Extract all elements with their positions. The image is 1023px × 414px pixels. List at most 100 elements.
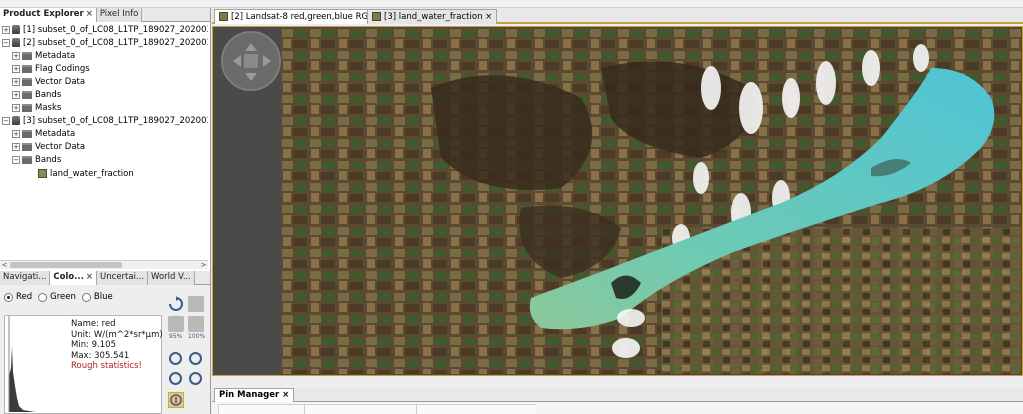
pan-center-icon[interactable] xyxy=(244,54,258,68)
tree-node-masks[interactable]: + Masks xyxy=(12,102,61,115)
tree-node-metadata[interactable]: + Metadata xyxy=(12,128,75,141)
tab-land-water-fraction[interactable]: [3] land_water_fraction × xyxy=(367,9,498,24)
zoom-in-vertical-icon[interactable] xyxy=(169,372,182,385)
image-view[interactable] xyxy=(212,26,1023,376)
radio-red[interactable]: Red xyxy=(4,292,32,302)
tab-product-explorer[interactable]: Product Explorer × xyxy=(0,8,97,22)
radio-green[interactable]: Green xyxy=(38,292,76,302)
product-tree: + [1] subset_0_of_LC08_L1TP_189027_202003… xyxy=(0,22,208,260)
tree-node-bands[interactable]: + Bands xyxy=(12,89,61,102)
scroll-left-icon[interactable]: < xyxy=(0,261,9,269)
tab-label: World V... xyxy=(151,272,191,282)
tab-colour-manipulation[interactable]: Colo... × xyxy=(50,271,98,285)
left-panel: Product Explorer × Pixel Info + [1] subset… xyxy=(0,8,211,414)
rough-statistics-warning: Rough statistics! xyxy=(71,361,142,371)
top-toolbar-strip xyxy=(0,0,1023,8)
radio-label: Blue xyxy=(93,292,113,302)
expand-icon[interactable]: + xyxy=(12,77,20,86)
tab-world-view[interactable]: World V... xyxy=(148,271,195,285)
tab-label: Navigati... xyxy=(3,272,47,282)
radio-label: Red xyxy=(16,292,33,302)
tree-horizontal-scrollbar[interactable]: < > xyxy=(0,260,208,269)
expand-icon[interactable]: + xyxy=(12,142,20,151)
folder-icon xyxy=(22,103,32,112)
band-icon xyxy=(38,169,47,178)
tree-node-band-land-water-fraction[interactable]: land_water_fraction xyxy=(38,168,134,181)
tab-label: [3] land_water_fraction xyxy=(384,12,483,22)
satellite-image[interactable] xyxy=(281,28,1021,374)
zoom-in-icon[interactable] xyxy=(169,352,182,365)
image-view-icon xyxy=(219,12,228,21)
tree-node-bands[interactable]: − Bands xyxy=(12,154,61,167)
tab-label: Uncertai... xyxy=(100,272,145,282)
channel-radio-group: Red Green Blue xyxy=(4,292,113,302)
collapse-icon[interactable]: − xyxy=(2,116,10,125)
tab-label: Product Explorer xyxy=(3,9,84,19)
collapse-icon[interactable]: − xyxy=(12,155,20,164)
band-max-text: Max: 305.541 xyxy=(71,350,130,361)
expand-icon[interactable]: + xyxy=(12,103,20,112)
tab-navigation[interactable]: Navigati... xyxy=(0,271,51,285)
satellite-rgb-image xyxy=(281,28,1021,374)
band-statistics: Name: red Unit: W/(m^2*sr*µm) Min: 9.105… xyxy=(71,319,163,372)
expand-icon[interactable]: + xyxy=(12,51,20,60)
tree-node-label: Metadata xyxy=(35,129,76,139)
pan-up-icon[interactable] xyxy=(245,37,257,51)
tree-node-label: [1] subset_0_of_LC08_L1TP_189027_2020031… xyxy=(23,25,208,35)
scroll-right-icon[interactable]: > xyxy=(199,261,208,269)
document-area: [2] Landsat-8 red,green,blue RGB × [3] l… xyxy=(212,8,1023,414)
folder-icon xyxy=(22,90,32,99)
folder-icon xyxy=(22,155,32,164)
tree-node-flag-codings[interactable]: + Flag Codings xyxy=(12,63,90,76)
import-icon[interactable] xyxy=(188,296,204,312)
tree-node-label: Flag Codings xyxy=(35,64,90,74)
tree-node-label: Vector Data xyxy=(35,142,86,152)
tree-node-product-3[interactable]: − [3] subset_0_of_LC08_L1TP_189027_202003… xyxy=(2,115,208,128)
close-icon[interactable]: × xyxy=(86,9,93,19)
zoom-out-icon[interactable] xyxy=(189,352,202,365)
percentile-100-icon[interactable]: 100% xyxy=(188,333,205,340)
tree-node-vector-data[interactable]: + Vector Data xyxy=(12,76,85,89)
export-icon[interactable] xyxy=(168,316,184,332)
radio-dot[interactable] xyxy=(4,292,13,302)
zoom-out-vertical-icon[interactable] xyxy=(189,372,202,385)
tree-node-metadata[interactable]: + Metadata xyxy=(12,50,75,63)
tab-label: Pin Manager xyxy=(219,390,280,400)
radio-dot[interactable] xyxy=(38,292,48,302)
close-icon[interactable]: × xyxy=(485,12,492,22)
tree-node-product-2[interactable]: − [2] subset_0_of_LC08_L1TP_189027_202003… xyxy=(2,37,208,50)
pan-right-icon[interactable] xyxy=(263,55,277,67)
collapse-icon[interactable]: − xyxy=(2,38,10,47)
tab-rgb-image[interactable]: [2] Landsat-8 red,green,blue RGB × xyxy=(214,9,389,24)
reset-icon[interactable] xyxy=(168,296,184,312)
expand-icon[interactable]: + xyxy=(2,25,10,34)
folder-icon xyxy=(22,64,32,73)
tree-node-label: Bands xyxy=(35,155,62,165)
save-icon[interactable] xyxy=(188,316,204,332)
percentile-95-icon[interactable]: 95% xyxy=(169,333,182,340)
radio-blue[interactable]: Blue xyxy=(81,292,113,302)
expand-icon[interactable]: + xyxy=(12,129,20,138)
tree-node-label: Masks xyxy=(35,103,62,113)
tree-node-product-1[interactable]: + [1] subset_0_of_LC08_L1TP_189027_202003… xyxy=(2,24,208,37)
bottom-tabbar: Pin Manager × xyxy=(212,388,1023,402)
close-icon[interactable]: × xyxy=(282,390,289,400)
scrollbar-thumb[interactable] xyxy=(10,262,122,268)
expand-icon[interactable]: + xyxy=(12,90,20,99)
tab-label: Pixel Info xyxy=(99,9,139,19)
radio-dot[interactable] xyxy=(81,292,91,302)
navigation-control[interactable] xyxy=(221,31,281,91)
pan-left-icon[interactable] xyxy=(227,55,241,67)
tab-uncertainty[interactable]: Uncertai... xyxy=(97,271,149,285)
close-icon[interactable]: × xyxy=(86,272,93,282)
info-icon[interactable] xyxy=(168,392,184,408)
pan-down-icon[interactable] xyxy=(245,73,257,87)
histogram-icon xyxy=(8,316,35,412)
expand-icon[interactable]: + xyxy=(12,64,20,73)
band-name-text: Name: red xyxy=(71,319,116,329)
tab-pixel-info[interactable]: Pixel Info xyxy=(96,8,143,22)
tab-pin-manager[interactable]: Pin Manager × xyxy=(214,388,295,402)
tree-node-vector-data[interactable]: + Vector Data xyxy=(12,141,85,154)
tree-node-label: land_water_fraction xyxy=(50,169,134,179)
folder-icon xyxy=(22,142,32,151)
